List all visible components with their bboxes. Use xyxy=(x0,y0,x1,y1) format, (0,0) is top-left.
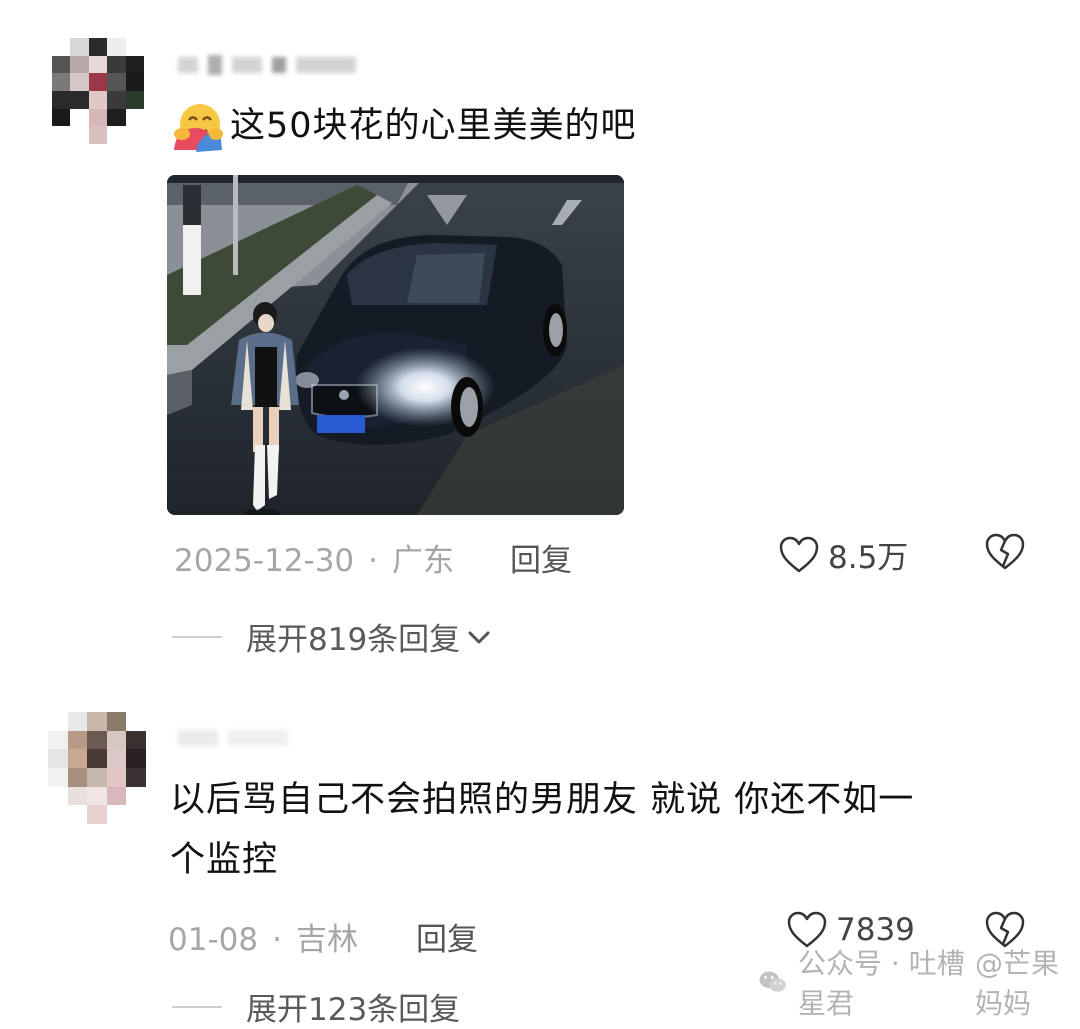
comment-location: 吉林 xyxy=(295,922,358,958)
watermark: 公众号 · 吐槽星君 @芒果妈妈 xyxy=(758,942,1080,1022)
expand-replies-label: 展开819条回复 xyxy=(246,622,461,658)
chevron-down-icon xyxy=(468,631,490,643)
attached-photo[interactable] xyxy=(167,175,624,515)
watermark-text-2: @芒果妈妈 xyxy=(975,947,1060,1020)
comment-date: 2025-12-30 xyxy=(174,543,355,579)
divider-line xyxy=(172,635,222,638)
comment-meta: 01-08 · 吉林 xyxy=(168,914,358,959)
divider-line xyxy=(172,1005,222,1008)
hugging-face-emoji xyxy=(170,100,224,154)
comment-text-line-1: 以后骂自己不会拍照的男朋友 就说 你还不如一 xyxy=(170,780,915,820)
like-button[interactable]: 8.5万 xyxy=(778,532,908,577)
comment-text-line-2: 个监控 xyxy=(170,840,279,880)
comment-date: 01-08 xyxy=(168,922,259,958)
expand-replies-label: 展开123条回复 xyxy=(246,992,461,1028)
comment-location: 广东 xyxy=(392,543,455,579)
dislike-button[interactable] xyxy=(984,532,1026,576)
avatar[interactable] xyxy=(52,38,144,144)
expand-replies[interactable]: 展开819条回复 xyxy=(172,614,492,659)
comment-text: 以后骂自己不会拍照的男朋友 就说 你还不如一 个监控 xyxy=(170,770,1050,890)
like-count: 8.5万 xyxy=(828,540,909,576)
heart-icon xyxy=(779,536,819,572)
comment-text: 这50块花的心里美美的吧 xyxy=(230,106,637,146)
comment-meta: 2025-12-30 · 广东 xyxy=(174,535,454,580)
broken-heart-icon xyxy=(985,533,1025,570)
username-blurred[interactable] xyxy=(178,55,356,75)
reply-button[interactable]: 回复 xyxy=(510,535,572,580)
wechat-icon xyxy=(759,971,786,992)
reply-button[interactable]: 回复 xyxy=(416,914,478,959)
avatar[interactable] xyxy=(48,712,146,824)
watermark-text-1: 公众号 · 吐槽星君 xyxy=(798,947,965,1020)
expand-replies[interactable]: 展开123条回复 xyxy=(172,984,460,1029)
meta-separator: · xyxy=(272,922,282,958)
username-blurred[interactable] xyxy=(178,730,288,746)
meta-separator: · xyxy=(368,543,379,579)
